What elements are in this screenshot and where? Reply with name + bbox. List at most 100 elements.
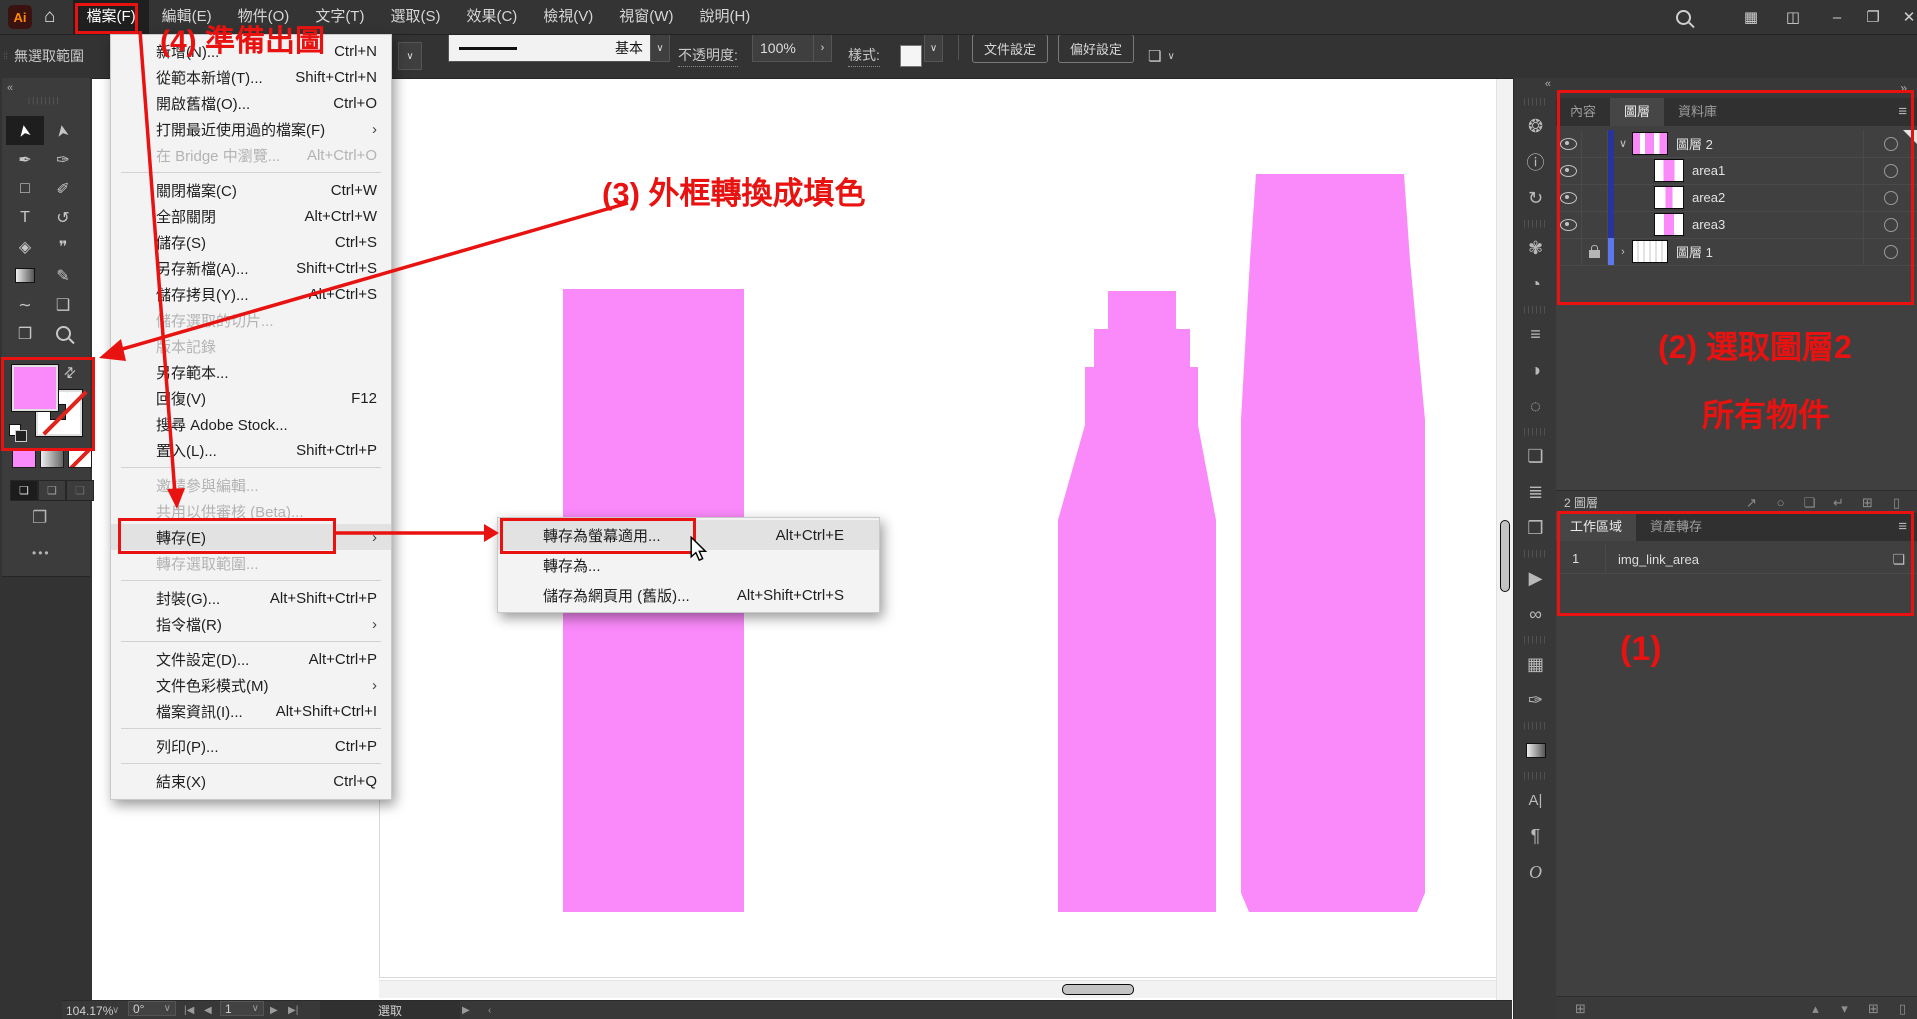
next-artboard-icon[interactable]: ▶ xyxy=(270,1001,278,1019)
swap-fill-stroke-icon[interactable]: ⇄ xyxy=(60,362,80,382)
layer-row-area1[interactable]: area1 xyxy=(1556,157,1917,185)
layer-thumbnail[interactable] xyxy=(1654,159,1684,182)
layer-target[interactable] xyxy=(1863,184,1917,211)
fill-color-swatch[interactable] xyxy=(12,365,58,411)
preferences-button[interactable]: 偏好設定 xyxy=(1058,34,1134,63)
transparency-panel-icon[interactable]: ◑ xyxy=(1514,352,1557,388)
file-menu-item-轉存(E)[interactable]: 轉存(E)› xyxy=(111,524,391,550)
stroke-panel-icon[interactable]: ≡ xyxy=(1514,316,1557,352)
color-panel-icon[interactable]: ✾ xyxy=(1514,230,1557,266)
layer-name[interactable]: 圖層 1 xyxy=(1676,242,1863,261)
file-menu-item-共用以供審核 (Beta)...[interactable]: 共用以供審核 (Beta)... xyxy=(111,498,391,524)
actions-panel-icon[interactable]: ▶ xyxy=(1514,560,1557,596)
draw-inside-mode-button[interactable]: ❏ xyxy=(66,480,94,501)
select-similar-icon[interactable]: ❏∨ xyxy=(1148,34,1175,78)
dock-grip-icon[interactable]: |||||| xyxy=(1514,768,1557,782)
layer-expand-icon[interactable]: ∨ xyxy=(1614,137,1632,150)
layer-name[interactable]: 圖層 2 xyxy=(1676,134,1863,153)
layer-target[interactable] xyxy=(1863,157,1917,184)
file-menu-item-另存範本...[interactable]: 另存範本... xyxy=(111,359,391,385)
links-panel-icon[interactable]: ∞ xyxy=(1514,596,1557,632)
layer-target[interactable] xyxy=(1863,211,1917,238)
artboard-page-icon[interactable]: ❏ xyxy=(1892,551,1917,568)
home-icon[interactable]: ⌂ xyxy=(44,6,55,28)
menubar-item-7[interactable]: 檢視(V) xyxy=(530,0,606,34)
shape-builder-tool-icon[interactable]: ❑ xyxy=(44,290,82,319)
brushes-panel-icon[interactable]: ✑ xyxy=(1514,682,1557,718)
pathfinder-panel-icon[interactable]: ❒ xyxy=(1514,510,1557,546)
status-play-icon[interactable]: ▶ xyxy=(462,1001,470,1019)
layer-name[interactable]: area1 xyxy=(1692,163,1863,178)
layer-thumbnail[interactable] xyxy=(1632,132,1668,155)
status-collapse-icon[interactable]: ‹ xyxy=(488,1001,491,1019)
draw-normal-mode-button[interactable]: ❏ xyxy=(10,480,38,501)
file-menu-item-文件色彩模式(M)[interactable]: 文件色彩模式(M)› xyxy=(111,672,391,698)
last-artboard-icon[interactable]: ▶| xyxy=(288,1001,298,1019)
more-tools-icon[interactable]: ••• xyxy=(32,546,51,560)
gradient-panel-icon[interactable] xyxy=(1514,732,1557,768)
collapse-toolbar-icon[interactable]: « xyxy=(7,82,13,94)
vertical-scrollbar[interactable] xyxy=(1496,78,1513,1000)
delete-artboard-icon[interactable]: ▯ xyxy=(1888,1001,1917,1017)
prev-artboard-icon[interactable]: ◀ xyxy=(204,1001,212,1019)
file-menu-item-回復(V)[interactable]: 回復(V)F12 xyxy=(111,385,391,411)
file-menu-item-儲存選取的切片...[interactable]: 儲存選取的切片... xyxy=(111,307,391,333)
file-menu-item-置入(L)...[interactable]: 置入(L)...Shift+Ctrl+P xyxy=(111,437,391,463)
curvature-tool-icon[interactable]: ✑ xyxy=(44,145,82,174)
direct-selection-tool-icon[interactable]: ➤ xyxy=(44,116,82,145)
export-submenu-item-儲存為網頁用 (舊版)...[interactable]: 儲存為網頁用 (舊版)...Alt+Shift+Ctrl+S xyxy=(498,580,879,610)
layer-name[interactable]: area3 xyxy=(1692,217,1863,232)
default-fill-stroke-icon[interactable] xyxy=(9,424,27,442)
new-sublayer-icon[interactable]: ↵ xyxy=(1824,495,1853,511)
move-down-icon[interactable]: ▾ xyxy=(1830,1001,1859,1017)
file-menu-item-邀請參與編輯...[interactable]: 邀請參與編輯... xyxy=(111,472,391,498)
file-menu-item-儲存拷貝(Y)...[interactable]: 儲存拷貝(Y)...Alt+Ctrl+S xyxy=(111,281,391,307)
visibility-toggle[interactable] xyxy=(1556,157,1582,184)
zoom-level[interactable]: 104.17% xyxy=(66,1001,113,1019)
file-menu-item-指令檔(R)[interactable]: 指令檔(R)› xyxy=(111,611,391,637)
visibility-toggle[interactable] xyxy=(1556,130,1582,157)
layer-thumbnail[interactable] xyxy=(1654,213,1684,236)
delete-layer-icon[interactable]: ▯ xyxy=(1882,495,1911,511)
screen-mode-icon[interactable]: ❐ xyxy=(32,508,47,528)
visibility-toggle[interactable] xyxy=(1556,184,1582,211)
align-panel-icon[interactable]: ≣ xyxy=(1514,474,1557,510)
file-menu-item-轉存選取範圍...[interactable]: 轉存選取範圍... xyxy=(111,550,391,576)
file-menu-item-儲存(S)[interactable]: 儲存(S)Ctrl+S xyxy=(111,229,391,255)
close-icon[interactable]: ✕ xyxy=(1894,0,1917,34)
pink-bottle-area2[interactable] xyxy=(1058,291,1216,912)
zoom-tool-icon[interactable] xyxy=(44,319,82,348)
paintbrush-tool-icon[interactable]: ✐ xyxy=(44,174,82,203)
rectangle-tool-icon[interactable]: □ xyxy=(6,174,44,203)
tab-內容[interactable]: 內容 xyxy=(1556,98,1610,126)
panel-expand-icon[interactable]: » xyxy=(1556,78,1917,98)
opacity-input[interactable]: 100% xyxy=(752,34,821,62)
lock-toggle[interactable] xyxy=(1582,184,1608,211)
file-menu-item-列印(P)...[interactable]: 列印(P)...Ctrl+P xyxy=(111,733,391,759)
stroke-profile-dropdown[interactable]: 基本 xyxy=(448,34,652,62)
file-menu-item-打開最近使用過的檔案(F)[interactable]: 打開最近使用過的檔案(F)› xyxy=(111,116,391,142)
tab-圖層[interactable]: 圖層 xyxy=(1610,98,1664,126)
style-label[interactable]: 樣式: xyxy=(848,45,880,67)
lock-toggle[interactable] xyxy=(1582,211,1608,238)
type-tool-icon[interactable]: T xyxy=(6,203,44,232)
tab-menu-icon[interactable]: ≡ xyxy=(1898,98,1917,126)
color-button[interactable] xyxy=(12,450,36,468)
hidden-dropdown-chevron-icon[interactable]: ∨ xyxy=(398,42,422,70)
new-artboard-icon[interactable]: ⊞ xyxy=(1859,1001,1888,1017)
stroke-profile-chevron-icon[interactable]: ∨ xyxy=(650,34,670,62)
swatches-panel-icon[interactable]: ▦ xyxy=(1514,646,1557,682)
collect-for-export-icon[interactable]: ↗ xyxy=(1737,495,1766,511)
arrange-documents-icon[interactable]: ◫ xyxy=(1778,0,1808,34)
collapse-dock-icon[interactable]: « xyxy=(1514,78,1557,94)
dock-grip-icon[interactable]: |||||| xyxy=(1514,216,1557,230)
workspace-switcher-icon[interactable]: ▦ xyxy=(1736,0,1766,34)
menubar-item-1[interactable]: 檔案(F) xyxy=(73,0,148,34)
file-menu-item-全部關閉[interactable]: 全部關閉Alt+Ctrl+W xyxy=(111,203,391,229)
visibility-toggle[interactable] xyxy=(1556,211,1582,238)
search-icon[interactable] xyxy=(1668,0,1698,34)
file-menu-item-另存新檔(A)...[interactable]: 另存新檔(A)...Shift+Ctrl+S xyxy=(111,255,391,281)
artboard-tool-icon[interactable]: ❒ xyxy=(6,319,44,348)
file-menu-item-文件設定(D)...[interactable]: 文件設定(D)...Alt+Ctrl+P xyxy=(111,646,391,672)
restore-icon[interactable]: ❐ xyxy=(1858,0,1888,34)
